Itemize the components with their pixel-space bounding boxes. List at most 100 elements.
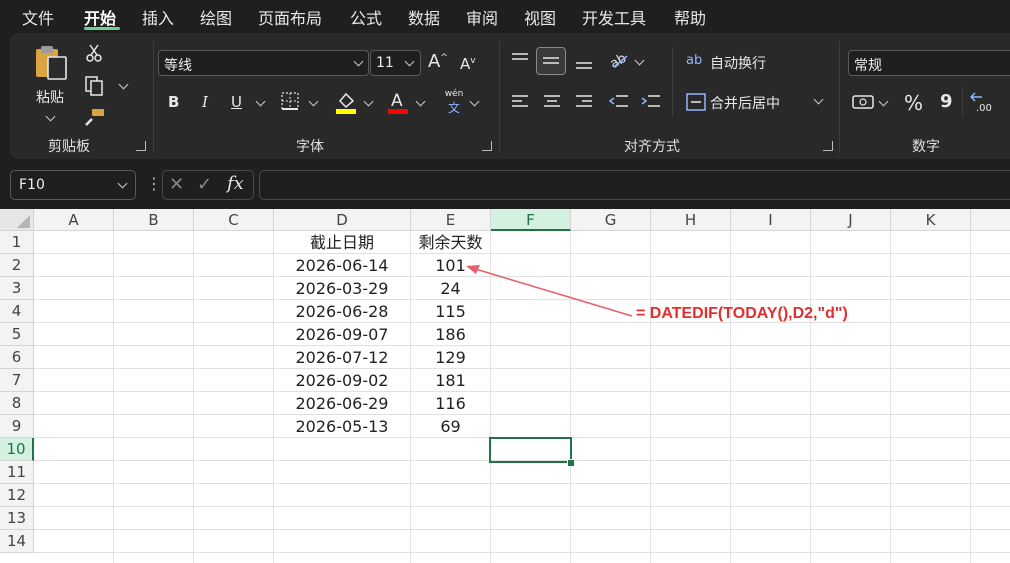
menu-data[interactable]: 数据 bbox=[408, 5, 440, 29]
select-all-button[interactable] bbox=[0, 209, 34, 231]
align-bottom-icon[interactable] bbox=[574, 55, 594, 71]
menu-file[interactable]: 文件 bbox=[22, 5, 54, 29]
copy-icon[interactable] bbox=[84, 75, 104, 97]
column-header-c[interactable]: C bbox=[194, 209, 274, 231]
column-header-d[interactable]: D bbox=[274, 209, 411, 231]
cell-d3[interactable]: 2026-03-29 bbox=[274, 277, 410, 300]
clipboard-launcher-icon[interactable] bbox=[136, 141, 146, 151]
row-header-8[interactable]: 8 bbox=[0, 392, 34, 415]
row-header-4[interactable]: 4 bbox=[0, 300, 34, 323]
orientation-icon[interactable]: ab bbox=[608, 49, 630, 71]
decrease-indent-icon[interactable] bbox=[608, 93, 630, 111]
alignment-launcher-icon[interactable] bbox=[823, 141, 833, 151]
align-middle-button[interactable] bbox=[536, 47, 566, 75]
paste-button[interactable]: 粘贴 bbox=[28, 41, 72, 122]
phonetic-chevron-icon[interactable] bbox=[469, 96, 480, 107]
column-header-k[interactable]: K bbox=[891, 209, 971, 231]
formula-input[interactable] bbox=[259, 170, 1010, 200]
underline-chevron-icon[interactable] bbox=[255, 96, 266, 107]
row-header-1[interactable]: 1 bbox=[0, 231, 34, 254]
cell-d8[interactable]: 2026-06-29 bbox=[274, 392, 410, 415]
selected-cell-f10[interactable] bbox=[489, 437, 572, 463]
font-size-combo[interactable]: 11 bbox=[370, 50, 421, 76]
copy-chevron-icon[interactable] bbox=[118, 79, 129, 90]
cell-d2[interactable]: 2026-06-14 bbox=[274, 254, 410, 277]
row-header-12[interactable]: 12 bbox=[0, 484, 34, 507]
borders-icon[interactable] bbox=[280, 91, 300, 111]
format-painter-icon[interactable] bbox=[84, 107, 106, 127]
shrink-font-icon[interactable]: Av bbox=[460, 55, 476, 73]
underline-icon[interactable]: U bbox=[231, 93, 242, 111]
menu-insert[interactable]: 插入 bbox=[142, 5, 174, 29]
cut-icon[interactable] bbox=[84, 43, 104, 63]
cell-d1[interactable]: 截止日期 bbox=[274, 231, 410, 254]
menu-review[interactable]: 审阅 bbox=[466, 5, 498, 29]
cell-d6[interactable]: 2026-07-12 bbox=[274, 346, 410, 369]
more-options-icon[interactable]: ⋮ bbox=[146, 174, 162, 193]
cancel-icon[interactable]: ✕ bbox=[169, 174, 184, 195]
bold-icon[interactable]: B bbox=[168, 93, 179, 111]
cell-d5[interactable]: 2026-09-07 bbox=[274, 323, 410, 346]
percent-icon[interactable]: % bbox=[904, 91, 923, 115]
column-header-f[interactable]: F bbox=[491, 209, 571, 231]
row-header-2[interactable]: 2 bbox=[0, 254, 34, 277]
accounting-format-icon[interactable] bbox=[852, 93, 874, 111]
increase-indent-icon[interactable] bbox=[640, 93, 662, 111]
wrap-text-button[interactable]: ab 自动换行 bbox=[686, 51, 796, 73]
menu-home[interactable]: 开始 bbox=[84, 5, 116, 29]
column-header-g[interactable]: G bbox=[571, 209, 651, 231]
row-header-9[interactable]: 9 bbox=[0, 415, 34, 438]
align-top-icon[interactable] bbox=[510, 51, 530, 67]
accounting-chevron-icon[interactable] bbox=[878, 96, 889, 107]
cell-e1[interactable]: 剩余天数 bbox=[411, 231, 490, 254]
borders-chevron-icon[interactable] bbox=[308, 96, 319, 107]
row-header-11[interactable]: 11 bbox=[0, 461, 34, 484]
align-left-icon[interactable] bbox=[510, 93, 530, 111]
cell-e8[interactable]: 116 bbox=[411, 392, 490, 415]
font-color-icon[interactable]: A bbox=[386, 89, 410, 115]
row-header-7[interactable]: 7 bbox=[0, 369, 34, 392]
align-right-icon[interactable] bbox=[574, 93, 594, 111]
comma-style-icon[interactable]: 9 bbox=[940, 91, 953, 112]
orientation-chevron-icon[interactable] bbox=[634, 55, 645, 66]
menu-page-layout[interactable]: 页面布局 bbox=[258, 5, 322, 29]
column-header-a[interactable]: A bbox=[34, 209, 114, 231]
menu-developer[interactable]: 开发工具 bbox=[582, 5, 646, 29]
row-header-13[interactable]: 13 bbox=[0, 507, 34, 530]
row-header-3[interactable]: 3 bbox=[0, 277, 34, 300]
column-header-b[interactable]: B bbox=[114, 209, 194, 231]
column-header-j[interactable]: J bbox=[811, 209, 891, 231]
align-center-icon[interactable] bbox=[542, 93, 562, 111]
column-header-h[interactable]: H bbox=[651, 209, 731, 231]
row-header-14[interactable]: 14 bbox=[0, 530, 34, 553]
column-header-e[interactable]: E bbox=[411, 209, 491, 231]
font-color-chevron-icon[interactable] bbox=[415, 96, 426, 107]
cell-e9[interactable]: 69 bbox=[411, 415, 490, 438]
menu-view[interactable]: 视图 bbox=[524, 5, 556, 29]
increase-decimal-icon[interactable]: .00 bbox=[970, 89, 996, 115]
grow-font-icon[interactable]: A^ bbox=[428, 51, 448, 72]
fill-handle[interactable] bbox=[567, 459, 575, 467]
name-box[interactable]: F10 bbox=[10, 170, 136, 200]
enter-icon[interactable]: ✓ bbox=[197, 174, 212, 195]
font-name-combo[interactable]: 等线 bbox=[158, 50, 369, 76]
cell-d9[interactable]: 2026-05-13 bbox=[274, 415, 410, 438]
insert-function-icon[interactable]: fx bbox=[227, 173, 244, 194]
font-launcher-icon[interactable] bbox=[482, 141, 492, 151]
cell-e5[interactable]: 186 bbox=[411, 323, 490, 346]
merge-center-button[interactable]: 合并后居中 bbox=[686, 91, 846, 113]
row-header-10[interactable]: 10 bbox=[0, 438, 34, 461]
menu-formulas[interactable]: 公式 bbox=[350, 5, 382, 29]
phonetic-icon[interactable]: wén 文 bbox=[442, 89, 466, 116]
column-header-i[interactable]: I bbox=[731, 209, 811, 231]
italic-icon[interactable]: I bbox=[202, 93, 208, 111]
row-header-6[interactable]: 6 bbox=[0, 346, 34, 369]
column-header-next[interactable] bbox=[971, 209, 1010, 231]
cell-d4[interactable]: 2026-06-28 bbox=[274, 300, 410, 323]
menu-help[interactable]: 帮助 bbox=[674, 5, 706, 29]
fill-color-chevron-icon[interactable] bbox=[363, 96, 374, 107]
cell-d7[interactable]: 2026-09-02 bbox=[274, 369, 410, 392]
row-header-5[interactable]: 5 bbox=[0, 323, 34, 346]
cell-e6[interactable]: 129 bbox=[411, 346, 490, 369]
number-format-combo[interactable]: 常规 bbox=[848, 50, 1010, 76]
